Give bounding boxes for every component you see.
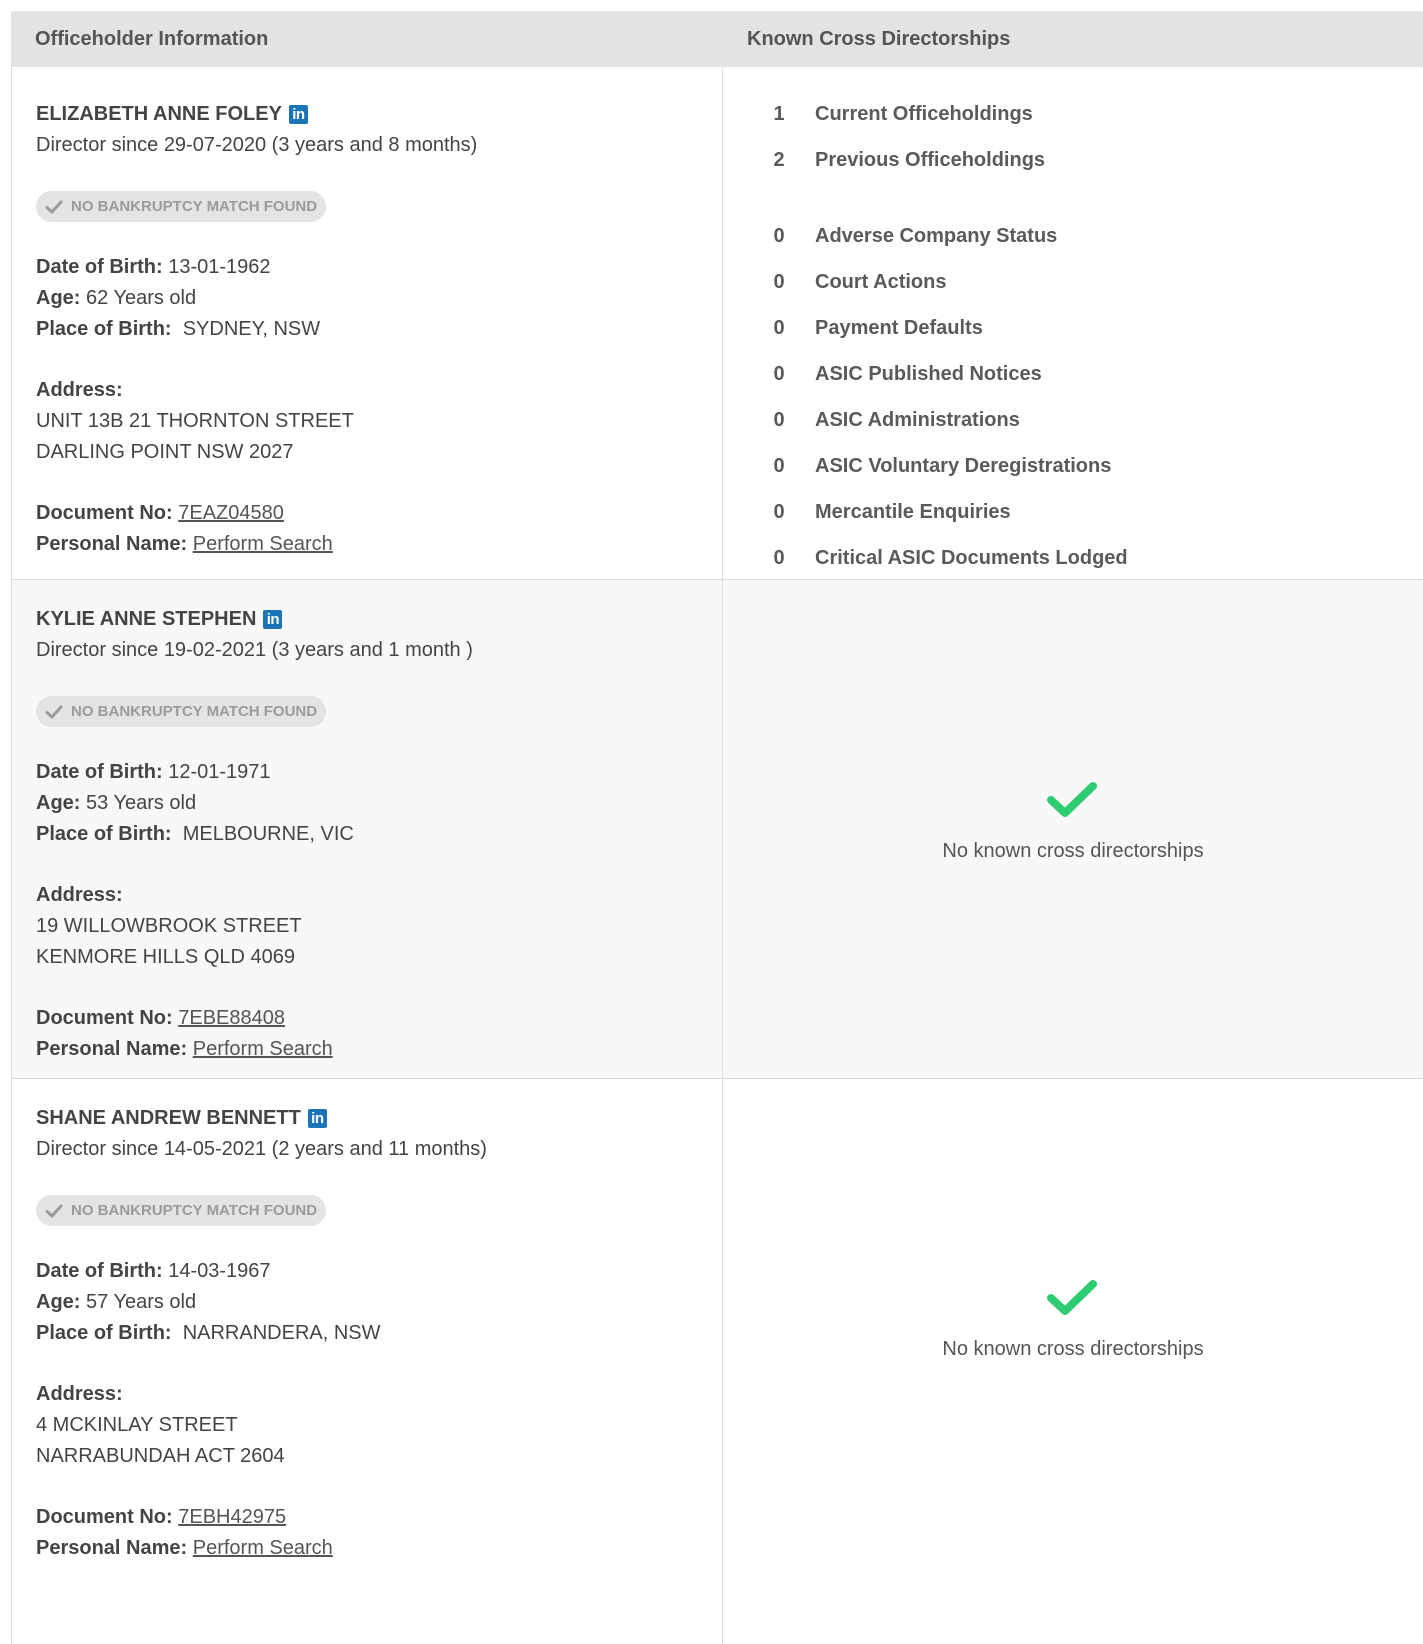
checkmark-icon [45, 200, 63, 213]
address-line-2: DARLING POINT NSW 2027 [36, 441, 294, 463]
date-of-birth: Date of Birth: 13-01-1962 [36, 256, 271, 278]
director-since: Director since 19-02-2021 (3 years and 1… [36, 639, 473, 661]
bankruptcy-status-badge: NO BANKRUPTCY MATCH FOUND [36, 191, 327, 222]
table-header: Officeholder Information Known Cross Dir… [12, 11, 1423, 67]
officer-name: ELIZABETH ANNE FOLEY in [36, 101, 722, 127]
perform-search-link[interactable]: Perform Search [193, 1537, 333, 1559]
age: Age: 57 Years old [36, 1291, 197, 1313]
cross-directorship-stats: 1 Current Officeholdings 2 Previous Office… [723, 67, 1423, 581]
director-since: Director since 14-05-2021 (2 years and 1… [36, 1138, 487, 1160]
no-cross-directorships: No known cross directorships [723, 1278, 1423, 1361]
address-line-1: 4 MCKINLAY STREET [36, 1414, 238, 1436]
personal-name: Personal Name: Perform Search [36, 1537, 333, 1559]
address-label: Address: [36, 884, 123, 906]
stat-item[interactable]: 2 Previous Officeholdings [759, 137, 1423, 183]
perform-search-link[interactable]: Perform Search [193, 1038, 333, 1060]
personal-name: Personal Name: Perform Search [36, 1038, 333, 1060]
address-label: Address: [36, 379, 123, 401]
check-icon [1047, 782, 1097, 817]
no-cross-directorships: No known cross directorships [723, 780, 1423, 863]
document-no-link[interactable]: 7EBH42975 [178, 1506, 286, 1528]
cross-directorships: No known cross directorships [723, 580, 1423, 1078]
address-line-2: KENMORE HILLS QLD 4069 [36, 946, 295, 968]
place-of-birth: Place of Birth: MELBOURNE, VIC [36, 823, 354, 845]
linkedin-icon[interactable]: in [307, 1108, 327, 1128]
address-line-2: NARRABUNDAH ACT 2604 [36, 1445, 285, 1467]
stat-item[interactable]: 0 Critical ASIC Documents Lodged [759, 535, 1423, 581]
checkmark-icon [45, 1204, 63, 1217]
bankruptcy-status-badge: NO BANKRUPTCY MATCH FOUND [36, 1195, 327, 1226]
officeholder-info: ELIZABETH ANNE FOLEY in Director since 2… [12, 67, 723, 579]
officer-name: KYLIE ANNE STEPHEN in [36, 606, 722, 632]
document-no: Document No: 7EAZ04580 [36, 502, 284, 524]
officeholder-info: KYLIE ANNE STEPHEN in Director since 19-… [12, 580, 723, 1078]
officeholder-table: Officeholder Information Known Cross Dir… [11, 11, 1423, 1644]
stat-item[interactable]: 0 ASIC Published Notices [759, 351, 1423, 397]
linkedin-icon[interactable]: in [288, 104, 308, 124]
cross-directorships: 1 Current Officeholdings 2 Previous Office… [723, 67, 1423, 579]
table-row: SHANE ANDREW BENNETT in Director since 1… [12, 1079, 1423, 1644]
stat-item[interactable]: 0 Adverse Company Status [759, 213, 1423, 259]
officer-name: SHANE ANDREW BENNETT in [36, 1105, 722, 1131]
stat-item[interactable]: 0 ASIC Voluntary Deregistrations [759, 443, 1423, 489]
linkedin-icon[interactable]: in [263, 609, 283, 629]
officeholder-info: SHANE ANDREW BENNETT in Director since 1… [12, 1079, 723, 1644]
age: Age: 53 Years old [36, 792, 197, 814]
table-row: ELIZABETH ANNE FOLEY in Director since 2… [12, 67, 1423, 580]
bankruptcy-status-badge: NO BANKRUPTCY MATCH FOUND [36, 696, 327, 727]
document-no-link[interactable]: 7EAZ04580 [178, 502, 284, 524]
address-line-1: UNIT 13B 21 THORNTON STREET [36, 410, 354, 432]
perform-search-link[interactable]: Perform Search [193, 533, 333, 555]
place-of-birth: Place of Birth: NARRANDERA, NSW [36, 1322, 381, 1344]
cross-directorships: No known cross directorships [723, 1079, 1423, 1644]
address-label: Address: [36, 1383, 123, 1405]
document-no-link[interactable]: 7EBE88408 [178, 1007, 285, 1029]
header-officeholder-information: Officeholder Information [35, 28, 269, 50]
checkmark-icon [45, 705, 63, 718]
personal-name: Personal Name: Perform Search [36, 533, 333, 555]
stat-item[interactable]: 1 Current Officeholdings [759, 91, 1423, 137]
table-row: KYLIE ANNE STEPHEN in Director since 19-… [12, 580, 1423, 1079]
check-icon [1047, 1280, 1097, 1315]
stat-item[interactable]: 0 Mercantile Enquiries [759, 489, 1423, 535]
date-of-birth: Date of Birth: 12-01-1971 [36, 761, 271, 783]
age: Age: 62 Years old [36, 287, 197, 309]
stat-item[interactable]: 0 Court Actions [759, 259, 1423, 305]
place-of-birth: Place of Birth: SYDNEY, NSW [36, 318, 321, 340]
document-no: Document No: 7EBH42975 [36, 1506, 287, 1528]
stat-item[interactable]: 0 Payment Defaults [759, 305, 1423, 351]
address-line-1: 19 WILLOWBROOK STREET [36, 915, 302, 937]
header-known-cross-directorships: Known Cross Directorships [747, 28, 1011, 50]
stat-item[interactable]: 0 ASIC Administrations [759, 397, 1423, 443]
date-of-birth: Date of Birth: 14-03-1967 [36, 1260, 271, 1282]
director-since: Director since 29-07-2020 (3 years and 8… [36, 134, 478, 156]
document-no: Document No: 7EBE88408 [36, 1007, 285, 1029]
